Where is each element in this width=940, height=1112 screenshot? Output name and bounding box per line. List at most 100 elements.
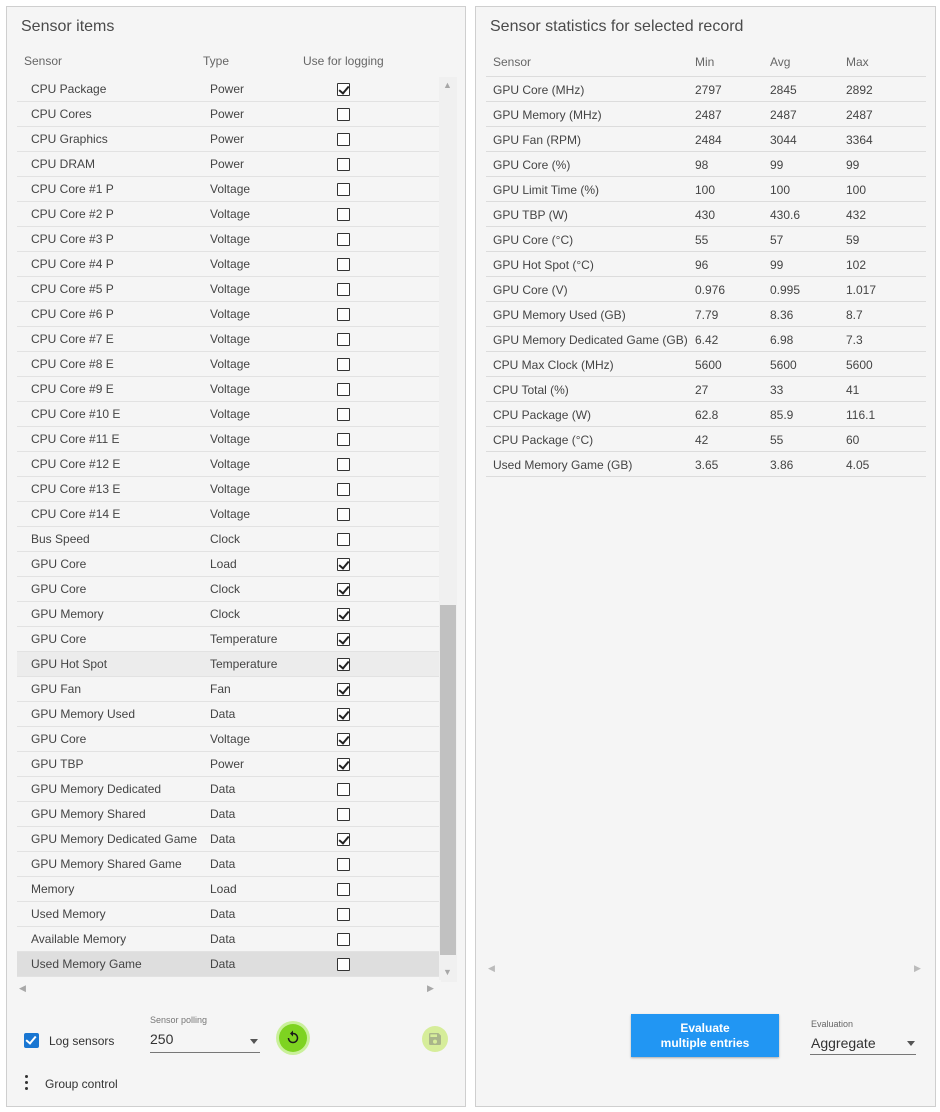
sensor-item-row[interactable]: GPU Memory Clock [17, 602, 439, 627]
sensor-item-row[interactable]: GPU Memory Shared Game Data [17, 852, 439, 877]
sensor-item-row[interactable]: GPU Memory Dedicated Game Data [17, 827, 439, 852]
sensor-items-horizontal-scrollbar[interactable]: ◀ ▶ [17, 980, 441, 996]
scroll-down-icon[interactable]: ▼ [443, 967, 452, 977]
header-min[interactable]: Min [695, 55, 714, 69]
use-for-logging-checkbox[interactable] [337, 283, 350, 296]
sensor-item-row[interactable]: Used Memory Data [17, 902, 439, 927]
statistics-row[interactable]: GPU Memory Dedicated Game (GB) 6.42 6.98 7.… [486, 327, 926, 352]
use-for-logging-checkbox[interactable] [337, 83, 350, 96]
use-for-logging-checkbox[interactable] [337, 883, 350, 896]
sensor-item-row[interactable]: CPU Graphics Power [17, 127, 439, 152]
statistics-row[interactable]: GPU Memory (MHz) 2487 2487 2487 [486, 102, 926, 127]
use-for-logging-checkbox[interactable] [337, 858, 350, 871]
sensor-item-row[interactable]: CPU Core #1 P Voltage [17, 177, 439, 202]
use-for-logging-checkbox[interactable] [337, 408, 350, 421]
sensor-item-row[interactable]: CPU Core #14 E Voltage [17, 502, 439, 527]
sensor-item-row[interactable]: CPU Core #2 P Voltage [17, 202, 439, 227]
sensor-item-row[interactable]: CPU Core #6 P Voltage [17, 302, 439, 327]
use-for-logging-checkbox[interactable] [337, 733, 350, 746]
use-for-logging-checkbox[interactable] [337, 258, 350, 271]
statistics-row[interactable]: GPU Core (MHz) 2797 2845 2892 [486, 77, 926, 102]
use-for-logging-checkbox[interactable] [337, 708, 350, 721]
use-for-logging-checkbox[interactable] [337, 333, 350, 346]
sensor-items-vertical-scrollbar[interactable]: ▲ ▼ [439, 77, 457, 982]
use-for-logging-checkbox[interactable] [337, 933, 350, 946]
scrollbar-thumb[interactable] [440, 605, 456, 955]
statistics-row[interactable]: GPU Fan (RPM) 2484 3044 3364 [486, 127, 926, 152]
use-for-logging-checkbox[interactable] [337, 483, 350, 496]
statistics-row[interactable]: CPU Total (%) 27 33 41 [486, 377, 926, 402]
statistics-row[interactable]: CPU Package (W) 62.8 85.9 116.1 [486, 402, 926, 427]
sensor-item-row[interactable]: CPU Core #5 P Voltage [17, 277, 439, 302]
use-for-logging-checkbox[interactable] [337, 308, 350, 321]
statistics-row[interactable]: CPU Max Clock (MHz) 5600 5600 5600 [486, 352, 926, 377]
sensor-item-row[interactable]: CPU Package Power [17, 77, 439, 102]
refresh-button[interactable] [279, 1024, 307, 1052]
sensor-item-row[interactable]: CPU DRAM Power [17, 152, 439, 177]
use-for-logging-checkbox[interactable] [337, 683, 350, 696]
sensor-item-row[interactable]: GPU Memory Used Data [17, 702, 439, 727]
use-for-logging-checkbox[interactable] [337, 633, 350, 646]
use-for-logging-checkbox[interactable] [337, 783, 350, 796]
sensor-item-row[interactable]: Memory Load [17, 877, 439, 902]
statistics-row[interactable]: GPU Limit Time (%) 100 100 100 [486, 177, 926, 202]
statistics-horizontal-scrollbar[interactable]: ◀ ▶ [486, 961, 926, 975]
use-for-logging-checkbox[interactable] [337, 133, 350, 146]
statistics-row[interactable]: CPU Package (°C) 42 55 60 [486, 427, 926, 452]
sensor-item-row[interactable]: CPU Core #8 E Voltage [17, 352, 439, 377]
use-for-logging-checkbox[interactable] [337, 358, 350, 371]
chevron-down-icon[interactable] [907, 1041, 915, 1046]
use-for-logging-checkbox[interactable] [337, 658, 350, 671]
sensor-item-row[interactable]: CPU Core #7 E Voltage [17, 327, 439, 352]
statistics-row[interactable]: GPU TBP (W) 430 430.6 432 [486, 202, 926, 227]
scroll-left-icon[interactable]: ◀ [488, 963, 495, 974]
scroll-right-icon[interactable]: ▶ [914, 963, 921, 974]
use-for-logging-checkbox[interactable] [337, 608, 350, 621]
sensor-item-row[interactable]: GPU Core Temperature [17, 627, 439, 652]
statistics-row[interactable]: GPU Hot Spot (°C) 96 99 102 [486, 252, 926, 277]
sensor-item-row[interactable]: GPU Core Voltage [17, 727, 439, 752]
use-for-logging-checkbox[interactable] [337, 108, 350, 121]
sensor-item-row[interactable]: GPU Fan Fan [17, 677, 439, 702]
use-for-logging-checkbox[interactable] [337, 183, 350, 196]
use-for-logging-checkbox[interactable] [337, 158, 350, 171]
header-type[interactable]: Type [203, 54, 229, 68]
use-for-logging-checkbox[interactable] [337, 583, 350, 596]
chevron-down-icon[interactable] [250, 1039, 258, 1044]
sensor-item-row[interactable]: CPU Core #12 E Voltage [17, 452, 439, 477]
sensor-item-row[interactable]: CPU Core #11 E Voltage [17, 427, 439, 452]
statistics-row[interactable]: GPU Core (°C) 55 57 59 [486, 227, 926, 252]
group-control-label[interactable]: Group control [45, 1077, 118, 1091]
use-for-logging-checkbox[interactable] [337, 208, 350, 221]
use-for-logging-checkbox[interactable] [337, 533, 350, 546]
use-for-logging-checkbox[interactable] [337, 758, 350, 771]
use-for-logging-checkbox[interactable] [337, 433, 350, 446]
use-for-logging-checkbox[interactable] [337, 558, 350, 571]
sensor-item-row[interactable]: GPU Hot Spot Temperature [17, 652, 439, 677]
use-for-logging-checkbox[interactable] [337, 458, 350, 471]
sensor-item-row[interactable]: CPU Core #13 E Voltage [17, 477, 439, 502]
use-for-logging-checkbox[interactable] [337, 508, 350, 521]
sensor-polling-select[interactable]: 250 [150, 1031, 173, 1047]
header-avg[interactable]: Avg [770, 55, 790, 69]
log-sensors-label[interactable]: Log sensors [49, 1034, 114, 1048]
sensor-item-row[interactable]: GPU Memory Shared Data [17, 802, 439, 827]
sensor-item-row[interactable]: CPU Core #10 E Voltage [17, 402, 439, 427]
sensor-item-row[interactable]: CPU Core #3 P Voltage [17, 227, 439, 252]
sensor-item-row[interactable]: Available Memory Data [17, 927, 439, 952]
sensor-item-row[interactable]: GPU TBP Power [17, 752, 439, 777]
sensor-item-row[interactable]: Used Memory Game Data [17, 952, 439, 977]
header-use-for-logging[interactable]: Use for logging [303, 54, 384, 68]
sensor-item-row[interactable]: GPU Core Load [17, 552, 439, 577]
use-for-logging-checkbox[interactable] [337, 958, 350, 971]
log-sensors-checkbox[interactable] [24, 1033, 39, 1048]
statistics-row[interactable]: Used Memory Game (GB) 3.65 3.86 4.05 [486, 452, 926, 477]
evaluate-multiple-entries-button[interactable]: Evaluate multiple entries [631, 1014, 779, 1057]
use-for-logging-checkbox[interactable] [337, 383, 350, 396]
sensor-item-row[interactable]: GPU Core Clock [17, 577, 439, 602]
scroll-right-icon[interactable]: ▶ [427, 983, 434, 994]
header-sensor[interactable]: Sensor [493, 55, 531, 69]
sensor-item-row[interactable]: CPU Cores Power [17, 102, 439, 127]
statistics-row[interactable]: GPU Memory Used (GB) 7.79 8.36 8.7 [486, 302, 926, 327]
use-for-logging-checkbox[interactable] [337, 233, 350, 246]
